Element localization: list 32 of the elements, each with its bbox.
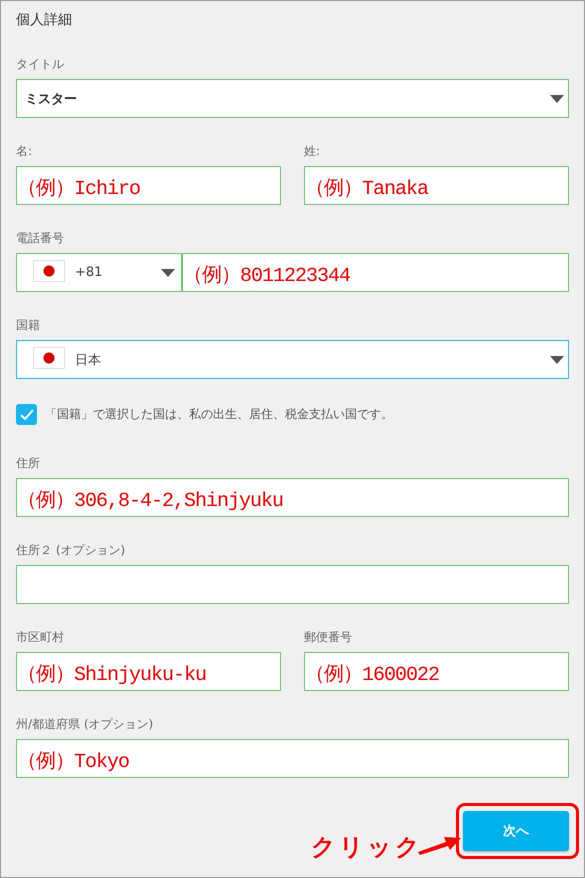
phone-input-field[interactable]: （例）8011223344 [182, 253, 569, 292]
field-label: 州/都道府県 (オプション) [16, 716, 154, 731]
caret-icon [550, 356, 564, 364]
caret-icon [161, 269, 175, 277]
input-field[interactable]: （例）1600022 [304, 652, 569, 691]
callout-text: クリック [311, 832, 423, 863]
input-field[interactable]: （例）Tokyo [16, 739, 569, 778]
field-label: 名: [16, 143, 34, 158]
japan-flag-icon [33, 260, 65, 282]
field-label: 市区町村 [16, 629, 65, 644]
field-label: 郵便番号 [304, 629, 353, 644]
country-dropdown[interactable]: 日本 [16, 340, 569, 379]
checkbox-label: 「国籍」で選択した国は、私の出生、居住、税金支払い国です。 [45, 406, 393, 423]
field-label: 電話番号 [16, 230, 65, 245]
field-label: タイトル [16, 56, 65, 71]
input-field[interactable] [16, 565, 569, 604]
checkbox[interactable] [16, 404, 37, 425]
input-field[interactable]: （例）Shinjyuku-ku [16, 652, 281, 691]
field-label: 住所 [16, 455, 41, 470]
input-field[interactable]: （例）Ichiro [16, 166, 281, 205]
caret-icon [550, 95, 564, 103]
japan-flag-icon [33, 346, 65, 368]
checkmark-icon [20, 409, 34, 420]
country-code-dropdown[interactable]: +81 [16, 253, 182, 292]
next-button[interactable]: 次へ [463, 811, 569, 851]
input-field[interactable]: （例）Tanaka [304, 166, 569, 205]
field-label: 住所２ (オプション) [16, 542, 126, 557]
field-label: 国籍 [16, 317, 41, 332]
section-heading: 個人詳細 [16, 11, 73, 29]
input-field[interactable]: （例）306,8-4-2,Shinjyuku [16, 478, 569, 517]
title-dropdown[interactable]: ミスター [16, 79, 569, 118]
field-label: 姓: [304, 143, 322, 158]
